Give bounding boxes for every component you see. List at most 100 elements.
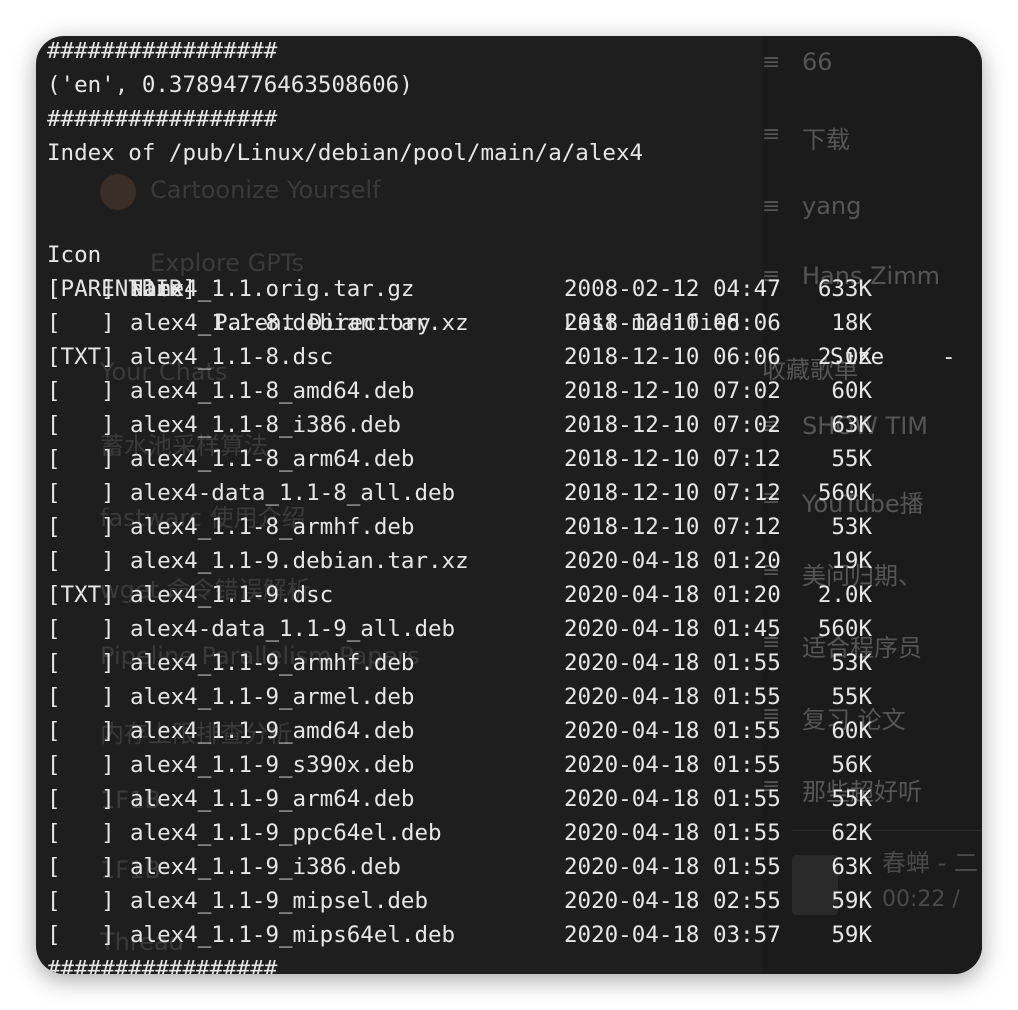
last-modified: 2018-12-10 06:06 xyxy=(564,310,781,336)
file-size: 55K xyxy=(831,446,872,472)
file-size: 59K xyxy=(831,922,872,948)
file-name[interactable]: alex4_1.1-8_arm64.deb xyxy=(130,442,414,476)
separator-line: ################# xyxy=(47,106,278,132)
file-name[interactable]: alex4-data_1.1-8_all.deb xyxy=(130,476,455,510)
table-row: [ ] alex4_1.1-8_i386.deb 2018-12-10 07:02 6… xyxy=(47,408,947,442)
table-row: [ ] alex4_1.1-9_arm64.deb 2020-04-18 01:55… xyxy=(47,782,947,816)
file-name[interactable]: alex4_1.1-9_mips64el.deb xyxy=(130,918,455,952)
file-name[interactable]: alex4_1.1-8_amd64.deb xyxy=(130,374,414,408)
index-title: Index of /pub/Linux/debian/pool/main/a/a… xyxy=(47,140,644,166)
file-type-icon: [ ] xyxy=(47,854,115,880)
file-name[interactable]: alex4_1.1-8.dsc xyxy=(130,340,333,374)
file-name[interactable]: alex4_1.1-9_i386.deb xyxy=(130,850,401,884)
listing-header: Icon Name Last modified Size xyxy=(47,204,947,370)
last-modified: 2020-04-18 01:55 xyxy=(564,786,781,812)
file-type-icon: [ ] xyxy=(47,480,115,506)
file-size: 560K xyxy=(817,616,872,642)
file-name[interactable]: alex4_1.1-9.debian.tar.xz xyxy=(130,544,469,578)
file-type-icon: [ ] xyxy=(47,684,115,710)
table-row: [ ] alex4-data_1.1-9_all.deb 2020-04-18 01… xyxy=(47,612,947,646)
separator-line: ################# xyxy=(47,956,278,974)
file-type-icon: [ ] xyxy=(47,548,115,574)
file-size: 63K xyxy=(831,412,872,438)
table-row: [ ] alex4_1.1-9_i386.deb 2020-04-18 01:55 6… xyxy=(47,850,947,884)
table-row: [ ] alex4_1.1-9_armel.deb 2020-04-18 01:55… xyxy=(47,680,947,714)
table-row: [ ] alex4_1.1-9_amd64.deb 2020-04-18 01:55… xyxy=(47,714,947,748)
file-size: 59K xyxy=(831,888,872,914)
file-size: 63K xyxy=(831,854,872,880)
file-type-icon: [ ] xyxy=(47,378,115,404)
file-size: 2.0K xyxy=(817,582,872,608)
file-name[interactable]: alex4_1.1-8_i386.deb xyxy=(130,408,401,442)
file-size: 55K xyxy=(831,786,872,812)
file-size: 19K xyxy=(831,548,872,574)
file-type-icon: [ ] xyxy=(47,888,115,914)
file-size: 56K xyxy=(831,752,872,778)
table-row: [ ] alex4_1.1-8_armhf.deb 2018-12-10 07:12… xyxy=(47,510,947,544)
last-modified: 2020-04-18 01:55 xyxy=(564,718,781,744)
last-modified: 2018-12-10 07:12 xyxy=(564,446,781,472)
file-name[interactable]: alex4_1.1-9_mipsel.deb xyxy=(130,884,428,918)
file-size: 60K xyxy=(831,378,872,404)
file-size: 60K xyxy=(831,718,872,744)
file-name[interactable]: alex4_1.1-9.dsc xyxy=(130,578,333,612)
file-size: 18K xyxy=(831,310,872,336)
file-name[interactable]: alex4-data_1.1-9_all.deb xyxy=(130,612,455,646)
file-size: 633K xyxy=(817,276,872,302)
file-type-icon: [ ] xyxy=(47,752,115,778)
file-type-icon: [TXT] xyxy=(47,344,115,370)
last-modified: 2020-04-18 03:57 xyxy=(564,922,781,948)
file-size: 560K xyxy=(817,480,872,506)
last-modified: 2020-04-18 02:55 xyxy=(564,888,781,914)
file-size: 53K xyxy=(831,514,872,540)
language-detection-output: ('en', 0.37894776463508606) xyxy=(47,72,413,98)
file-type-icon: [ ] xyxy=(47,820,115,846)
last-modified: 2020-04-18 01:55 xyxy=(564,684,781,710)
last-modified: 2008-02-12 04:47 xyxy=(564,276,781,302)
table-row: [ ] alex4_1.1-9_armhf.deb 2020-04-18 01:55… xyxy=(47,646,947,680)
file-type-icon: [TXT] xyxy=(47,582,115,608)
file-name[interactable]: alex4_1.1-9_arm64.deb xyxy=(130,782,414,816)
file-type-icon: [ ] xyxy=(47,514,115,540)
last-modified: 2020-04-18 01:45 xyxy=(564,616,781,642)
file-type-icon: [ ] xyxy=(47,650,115,676)
last-modified: 2018-12-10 07:02 xyxy=(564,412,781,438)
file-size: 2.0K xyxy=(817,344,872,370)
file-name[interactable]: alex4_1.1-8_armhf.deb xyxy=(130,510,414,544)
file-size: 55K xyxy=(831,684,872,710)
file-name[interactable]: alex4_1.1-9_s390x.deb xyxy=(130,748,414,782)
table-row: [ ] alex4-data_1.1-8_all.deb 2018-12-10 07… xyxy=(47,476,947,510)
file-type-icon: [ ] xyxy=(47,310,115,336)
last-modified: 2018-12-10 07:12 xyxy=(564,480,781,506)
file-type-icon: [ ] xyxy=(47,922,115,948)
terminal-window[interactable]: Cartoonize Yourself Explore GPTs Your Ch… xyxy=(36,36,982,974)
last-modified: 2018-12-10 06:06 xyxy=(564,344,781,370)
file-name[interactable]: alex4_1.1-9_amd64.deb xyxy=(130,714,414,748)
last-modified: 2020-04-18 01:20 xyxy=(564,548,781,574)
table-row: [ ] alex4_1.1-9_ppc64el.deb 2020-04-18 01:… xyxy=(47,816,947,850)
table-row: [ ] alex4_1.1-8.debian.tar.xz 2018-12-10 0… xyxy=(47,306,947,340)
last-modified: 2018-12-10 07:12 xyxy=(564,514,781,540)
table-row: [ ] alex4_1.1-8_amd64.deb 2018-12-10 07:02… xyxy=(47,374,947,408)
file-type-icon: [ ] xyxy=(47,446,115,472)
table-row: [ ] alex4_1.1-8_arm64.deb 2018-12-10 07:12… xyxy=(47,442,947,476)
last-modified: 2020-04-18 01:55 xyxy=(564,854,781,880)
file-type-icon: [ ] xyxy=(47,786,115,812)
file-type-icon: [ ] xyxy=(47,616,115,642)
file-name[interactable]: alex4_1.1-9_armel.deb xyxy=(130,680,414,714)
table-row: [ ] alex4_1.1.orig.tar.gz 2008-02-12 04:47… xyxy=(47,272,947,306)
file-type-icon: [ ] xyxy=(47,276,115,302)
file-name[interactable]: alex4_1.1-9_armhf.deb xyxy=(130,646,414,680)
table-row: [ ] alex4_1.1-9_s390x.deb 2020-04-18 01:55… xyxy=(47,748,947,782)
file-name[interactable]: alex4_1.1-9_ppc64el.deb xyxy=(130,816,442,850)
last-modified: 2020-04-18 01:20 xyxy=(564,582,781,608)
file-type-icon: [ ] xyxy=(47,718,115,744)
file-size: 62K xyxy=(831,820,872,846)
table-row: [TXT] alex4_1.1-8.dsc 2018-12-10 06:06 2.0K xyxy=(47,340,947,374)
table-row: [ ] alex4_1.1-9_mipsel.deb 2020-04-18 02:5… xyxy=(47,884,947,918)
file-type-icon: [ ] xyxy=(47,412,115,438)
file-name[interactable]: alex4_1.1-8.debian.tar.xz xyxy=(130,306,469,340)
file-name[interactable]: alex4_1.1.orig.tar.gz xyxy=(130,272,414,306)
table-row: [TXT] alex4_1.1-9.dsc 2020-04-18 01:20 2.0K xyxy=(47,578,947,612)
table-row: [ ] alex4_1.1-9_mips64el.deb 2020-04-18 03… xyxy=(47,918,947,952)
